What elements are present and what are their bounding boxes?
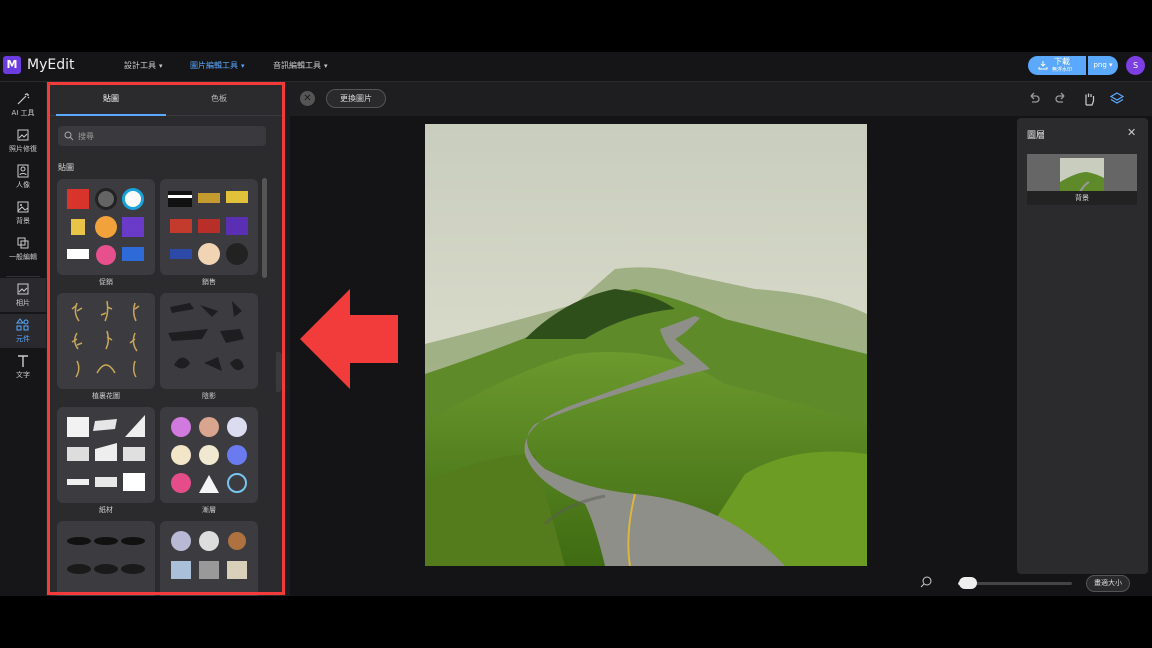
background-icon <box>17 201 29 213</box>
download-label: 下載 <box>1054 57 1070 66</box>
rail-item-portrait[interactable]: 人像 <box>0 160 46 194</box>
close-icon[interactable]: ✕ <box>300 91 315 106</box>
rail-label: 元件 <box>16 335 30 343</box>
rail-label: 相片 <box>16 299 30 307</box>
rail-label: 人像 <box>16 181 30 189</box>
zoom-icon[interactable] <box>920 576 932 588</box>
rail-item-elements[interactable]: 元件 <box>0 314 46 348</box>
nav-design-tools[interactable]: 設計工具 ▾ <box>124 60 163 71</box>
nav-label: 圖片編輯工具 <box>190 61 238 70</box>
photo-icon <box>17 283 29 295</box>
magic-wand-icon <box>17 93 30 105</box>
rail-item-photo-repair[interactable]: 照片修復 <box>0 124 46 158</box>
nav-audio-tools[interactable]: 音訊編輯工具 ▾ <box>273 60 328 71</box>
canvas-toolbar: ✕ 更換圖片 <box>290 82 1152 116</box>
format-select[interactable]: png ▾ <box>1088 56 1118 75</box>
app-name: MyEdit <box>27 57 75 73</box>
zoom-knob[interactable] <box>959 577 977 589</box>
crop-icon <box>17 237 29 249</box>
layer-label: 背景 <box>1027 191 1137 205</box>
tool-rail: AI 工具 照片修復 人像 背景 一般編輯 相片 元件 文字 <box>0 82 46 596</box>
logo[interactable]: M MyEdit <box>3 56 74 74</box>
layers-icon[interactable] <box>1109 91 1125 107</box>
replace-image-button[interactable]: 更換圖片 <box>326 89 386 108</box>
undo-icon[interactable] <box>1026 91 1042 107</box>
top-bar: M MyEdit 設計工具 ▾ 圖片編輯工具 ▾ 音訊編輯工具 ▾ 下載 無浮水印 pn… <box>0 52 1152 82</box>
chevron-down-icon: ▾ <box>324 62 328 70</box>
fit-size-button[interactable]: 畫適大小 <box>1086 575 1130 592</box>
hand-icon[interactable] <box>1081 91 1097 107</box>
rail-label: 背景 <box>16 217 30 225</box>
avatar[interactable]: S <box>1126 56 1145 75</box>
layers-panel: 圖層 ✕ 背景 <box>1017 118 1148 574</box>
nav-label: 設計工具 <box>124 61 156 70</box>
rail-item-background[interactable]: 背景 <box>0 196 46 230</box>
chevron-down-icon: ▾ <box>1109 61 1113 69</box>
rail-item-text[interactable]: 文字 <box>0 350 46 384</box>
rail-item-general-edit[interactable]: 一般編輯 <box>0 232 46 266</box>
rail-divider <box>6 276 40 277</box>
chevron-down-icon: ▾ <box>159 62 163 70</box>
canvas-photo[interactable] <box>425 124 867 566</box>
text-icon <box>18 355 28 367</box>
elements-icon <box>16 318 29 331</box>
rail-label: 照片修復 <box>9 145 37 153</box>
download-icon <box>1038 61 1048 70</box>
portrait-icon <box>17 164 29 178</box>
download-button[interactable]: 下載 無浮水印 <box>1028 56 1086 75</box>
rail-item-ai-tools[interactable]: AI 工具 <box>0 88 46 122</box>
layers-title: 圖層 <box>1027 131 1046 141</box>
rail-label: 一般編輯 <box>9 253 37 261</box>
format-value: png <box>1093 61 1107 69</box>
close-icon[interactable]: ✕ <box>1127 126 1136 139</box>
nav-image-tools[interactable]: 圖片編輯工具 ▾ <box>190 60 245 71</box>
photo-repair-icon <box>17 129 29 141</box>
redo-icon[interactable] <box>1053 91 1069 107</box>
nav-label: 音訊編輯工具 <box>273 61 321 70</box>
download-sub: 無浮水印 <box>1052 67 1073 73</box>
highlight-box <box>47 82 285 595</box>
arrow-left-icon <box>300 289 398 389</box>
chevron-down-icon: ▾ <box>241 62 245 70</box>
rail-label: 文字 <box>16 371 30 379</box>
rail-item-photos[interactable]: 相片 <box>0 278 46 312</box>
logo-mark: M <box>3 56 21 74</box>
rail-label: AI 工具 <box>11 109 35 117</box>
